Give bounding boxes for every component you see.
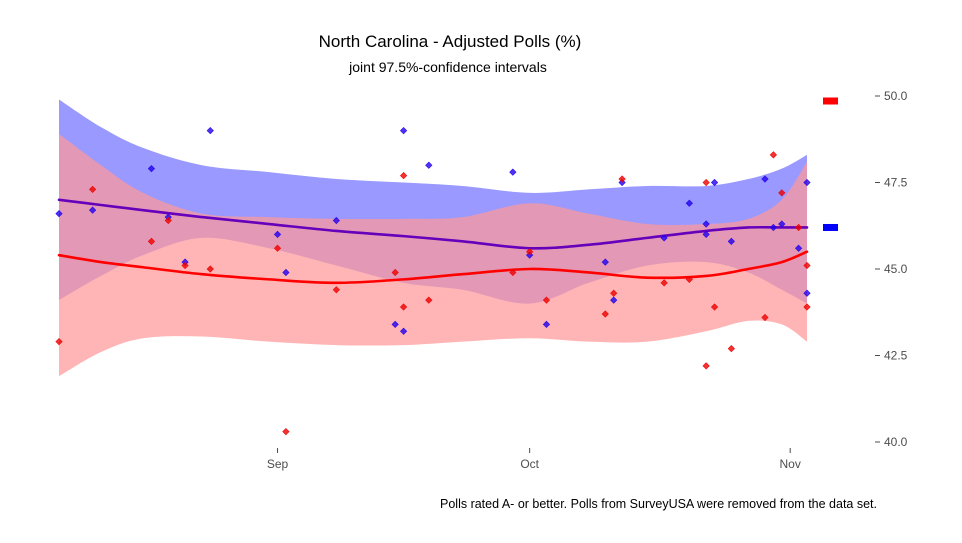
y-axis: 40.0 42.5 45.0 47.5 50.0 (875, 89, 908, 449)
x-tick-label: Sep (267, 457, 289, 471)
x-tick-label: Nov (780, 457, 801, 471)
poll-point-red (702, 362, 710, 370)
poll-point-blue (206, 126, 214, 135)
chart-title: North Carolina - Adjusted Polls (%) (319, 32, 582, 51)
poll-point-red (727, 344, 735, 353)
chart-subtitle: joint 97.5%-confidence intervals (348, 59, 547, 75)
y-tick-label: 50.0 (884, 89, 908, 103)
poll-point-red (399, 171, 408, 180)
y-tick-label: 40.0 (884, 435, 908, 449)
legend (823, 97, 838, 231)
poll-point-blue (399, 126, 408, 135)
legend-swatch-2 (823, 97, 838, 105)
legend-swatch-1 (823, 223, 838, 231)
poll-point-blue (710, 178, 719, 187)
poll-point-red (702, 178, 710, 187)
x-tick-label: Oct (520, 457, 539, 471)
x-axis: Sep Oct Nov (267, 448, 801, 471)
poll-point-red (769, 151, 778, 159)
poll-point-blue (425, 161, 433, 169)
y-tick-label: 42.5 (884, 349, 908, 363)
y-tick-label: 45.0 (884, 262, 908, 276)
poll-point-blue (509, 168, 517, 176)
poll-point-red (282, 427, 290, 436)
chart-caption: Polls rated A- or better. Polls from Sur… (440, 497, 877, 511)
y-tick-label: 47.5 (884, 176, 908, 190)
poll-chart: North Carolina - Adjusted Polls (%) join… (55, 32, 908, 511)
